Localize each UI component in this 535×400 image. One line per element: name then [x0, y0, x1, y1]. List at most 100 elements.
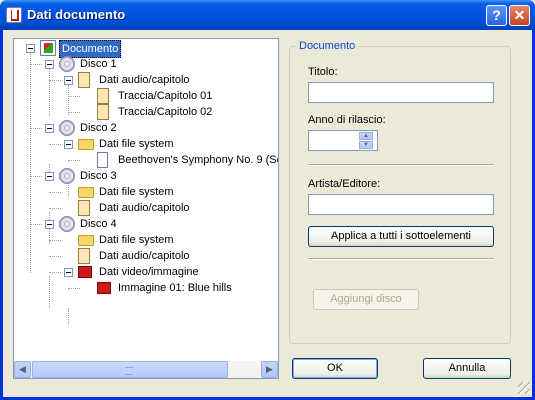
- dialog-window: Dati documento ? ✕ Documento Disco 1 Dati …: [0, 0, 535, 400]
- tree-node[interactable]: Dati file system: [14, 136, 278, 152]
- tree-node-label: Disco 2: [80, 122, 117, 134]
- release-year-label: Anno di rilascio:: [308, 114, 386, 126]
- tree-node-label: Disco 1: [80, 58, 117, 70]
- artist-input[interactable]: [308, 194, 494, 215]
- cancel-button[interactable]: Annulla: [423, 358, 511, 379]
- disc-icon: [59, 216, 75, 232]
- tree-node[interactable]: Traccia/Capitolo 02: [14, 104, 278, 120]
- release-year-spinner[interactable]: ▲ ▼: [308, 130, 378, 151]
- tree-node[interactable]: Dati file system: [14, 232, 278, 248]
- app-icon: [6, 7, 22, 23]
- separator: [308, 164, 494, 166]
- tree-guide-line: [68, 160, 80, 161]
- audio-folder-icon: [78, 200, 90, 216]
- tree-node-label: Dati file system: [99, 234, 174, 246]
- tree-node[interactable]: Dati audio/capitolo: [14, 200, 278, 216]
- tree-node[interactable]: Dati file system: [14, 184, 278, 200]
- tree-guide-line: [49, 80, 61, 81]
- tree-node-label: Dati audio/capitolo: [99, 250, 190, 262]
- tree-node[interactable]: Disco 2: [14, 120, 278, 136]
- file-icon: [97, 152, 108, 168]
- tree-node[interactable]: Immagine 01: Blue hills: [14, 280, 278, 296]
- disc-icon: [59, 168, 75, 184]
- horizontal-scrollbar[interactable]: ◀ ▶: [14, 361, 278, 378]
- tree-node-label: Beethoven's Symphony No. 9 (Sc: [118, 154, 278, 166]
- title-input[interactable]: [308, 82, 494, 103]
- tree-guide-line: [68, 96, 80, 97]
- resize-grip[interactable]: [518, 382, 530, 394]
- arrow-left-icon: ◀: [19, 364, 26, 374]
- tree-guide-line: [30, 176, 42, 177]
- tree-node[interactable]: Beethoven's Symphony No. 9 (Sc: [14, 152, 278, 168]
- tree-node[interactable]: Disco 4: [14, 216, 278, 232]
- tree-guide-line: [49, 240, 61, 241]
- tree-viewport: Documento Disco 1 Dati audio/capitolo Tracc…: [14, 39, 278, 361]
- question-mark-icon: ?: [492, 7, 501, 23]
- scroll-thumb[interactable]: [32, 361, 228, 378]
- document-icon: [40, 40, 56, 56]
- collapse-toggle-icon[interactable]: [64, 140, 73, 149]
- collapse-toggle-icon[interactable]: [45, 172, 54, 181]
- tree-node-label: Dati audio/capitolo: [99, 202, 190, 214]
- tree-node[interactable]: Disco 1: [14, 56, 278, 72]
- tree-node-label: Dati video/immagine: [99, 266, 199, 278]
- tree-node[interactable]: Dati audio/capitolo: [14, 248, 278, 264]
- folder-icon: [78, 235, 94, 246]
- close-button[interactable]: ✕: [509, 5, 530, 26]
- tree-guide-line: [30, 64, 42, 65]
- spin-buttons: ▲ ▼: [359, 132, 373, 149]
- tree-node-label: Disco 3: [80, 170, 117, 182]
- audio-folder-icon: [78, 248, 90, 264]
- music-file-icon: [97, 88, 109, 104]
- ok-button[interactable]: OK: [292, 358, 378, 379]
- tree-node[interactable]: Disco 3: [14, 168, 278, 184]
- tree-guide-line: [68, 288, 80, 289]
- collapse-toggle-icon[interactable]: [45, 124, 54, 133]
- audio-folder-icon: [78, 72, 90, 88]
- title-bar[interactable]: Dati documento ? ✕: [0, 0, 535, 30]
- window-title: Dati documento: [27, 7, 126, 22]
- disc-icon: [59, 56, 75, 72]
- tree-node-label: Dati audio/capitolo: [99, 74, 190, 86]
- tree-node[interactable]: Dati video/immagine: [14, 264, 278, 280]
- scroll-left-button[interactable]: ◀: [14, 361, 31, 378]
- collapse-toggle-icon[interactable]: [64, 268, 73, 277]
- tree-node-label: Traccia/Capitolo 02: [118, 106, 213, 118]
- tree-guide-line: [49, 272, 61, 273]
- help-button[interactable]: ?: [486, 5, 507, 26]
- spin-down-button[interactable]: ▼: [359, 141, 373, 149]
- tree-node-label: Immagine 01: Blue hills: [118, 282, 232, 294]
- collapse-toggle-icon[interactable]: [45, 60, 54, 69]
- dialog-client: Documento Disco 1 Dati audio/capitolo Tracc…: [3, 30, 532, 397]
- arrow-right-icon: ▶: [266, 364, 273, 374]
- tree-guide-line: [30, 224, 42, 225]
- collapse-toggle-icon[interactable]: [45, 220, 54, 229]
- tree-guide-line: [68, 112, 80, 113]
- tree-node-label: Dati file system: [99, 138, 174, 150]
- close-icon: ✕: [513, 7, 526, 23]
- tree-node-label: Disco 4: [80, 218, 117, 230]
- apply-to-all-button[interactable]: Applica a tutti i sottoelementi: [308, 226, 494, 247]
- add-disc-button[interactable]: Aggiungi disco: [313, 289, 419, 310]
- spin-up-button[interactable]: ▲: [359, 132, 373, 140]
- document-tree[interactable]: Documento Disco 1 Dati audio/capitolo Tracc…: [13, 38, 279, 379]
- music-file-icon: [97, 104, 109, 120]
- arrow-down-icon: ▼: [363, 142, 369, 148]
- collapse-toggle-icon[interactable]: [26, 44, 35, 53]
- folder-icon: [78, 139, 94, 150]
- disc-icon: [59, 120, 75, 136]
- tree-guide-line: [30, 128, 42, 129]
- tree-node[interactable]: Documento: [14, 40, 278, 58]
- arrow-up-icon: ▲: [363, 133, 369, 139]
- tree-node[interactable]: Traccia/Capitolo 01: [14, 88, 278, 104]
- tree-guide-line: [49, 208, 61, 209]
- tree-node[interactable]: Dati audio/capitolo: [14, 72, 278, 88]
- tree-guide-line: [49, 256, 61, 257]
- tree-guide-line: [49, 192, 61, 193]
- collapse-toggle-icon[interactable]: [64, 76, 73, 85]
- scroll-right-button[interactable]: ▶: [261, 361, 278, 378]
- tree-node-label: Traccia/Capitolo 01: [118, 90, 213, 102]
- video-folder-icon: [78, 266, 92, 278]
- separator: [308, 258, 494, 260]
- folder-icon: [78, 187, 94, 198]
